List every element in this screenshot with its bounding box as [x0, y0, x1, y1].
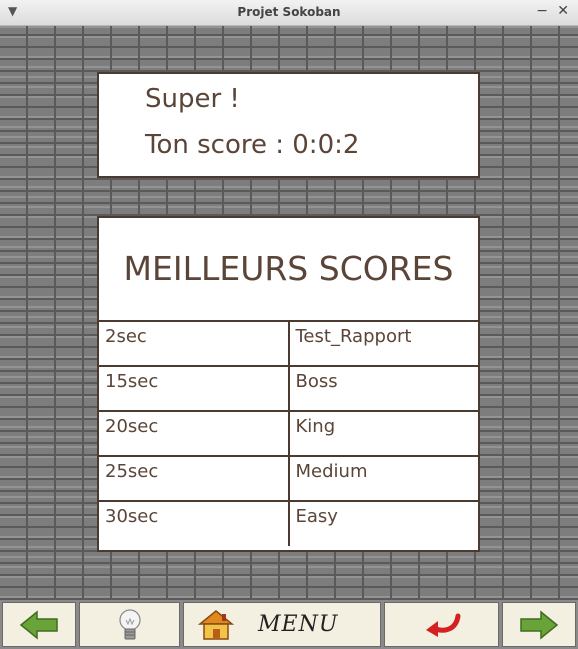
player-name: King: [287, 410, 478, 456]
player-name: Medium: [287, 455, 478, 501]
menu-button[interactable]: MENU: [183, 602, 381, 647]
table-row: 15sec Boss: [99, 365, 478, 411]
score-time: 20sec: [99, 410, 289, 456]
score-time: 2sec: [99, 320, 289, 366]
previous-level-button[interactable]: [2, 602, 76, 647]
score-time: 25sec: [99, 455, 289, 501]
player-name: Easy: [287, 500, 478, 546]
result-panel: Super ! Ton score : 0:0:2: [97, 72, 480, 178]
hint-button[interactable]: [79, 602, 180, 647]
undo-button[interactable]: [384, 602, 499, 647]
table-row: 2sec Test_Rapport: [99, 320, 478, 366]
lightbulb-icon: [118, 608, 141, 639]
player-name: Boss: [287, 365, 478, 411]
bottom-toolbar: MENU: [0, 600, 578, 649]
title-bar: ▼ Projet Sokoban − ✕: [0, 0, 578, 26]
table-row: 25sec Medium: [99, 455, 478, 501]
home-icon: [197, 609, 235, 640]
table-row: 30sec Easy: [99, 500, 478, 546]
arrow-right-icon: [520, 609, 559, 640]
player-name: Test_Rapport: [287, 320, 478, 366]
app-window: ▼ Projet Sokoban − ✕ Super ! Ton score :…: [0, 0, 578, 649]
undo-arrow-icon: [425, 613, 460, 637]
next-level-button[interactable]: [502, 602, 576, 647]
best-scores-heading: MEILLEURS SCORES: [123, 249, 454, 288]
score-time: 30sec: [99, 500, 289, 546]
best-scores-panel: MEILLEURS SCORES 2sec Test_Rapport 15sec…: [97, 216, 480, 552]
menu-label: MENU: [258, 612, 339, 637]
window-title: Projet Sokoban: [237, 5, 341, 19]
score-line: Ton score : 0:0:2: [145, 130, 360, 160]
result-message: Super !: [145, 84, 240, 114]
table-row: 20sec King: [99, 410, 478, 456]
close-button[interactable]: ✕: [557, 3, 569, 19]
arrow-left-icon: [19, 609, 58, 640]
score-time: 15sec: [99, 365, 289, 411]
best-scores-table: 2sec Test_Rapport 15sec Boss 20sec King …: [99, 320, 478, 546]
minimize-button[interactable]: −: [536, 3, 548, 19]
